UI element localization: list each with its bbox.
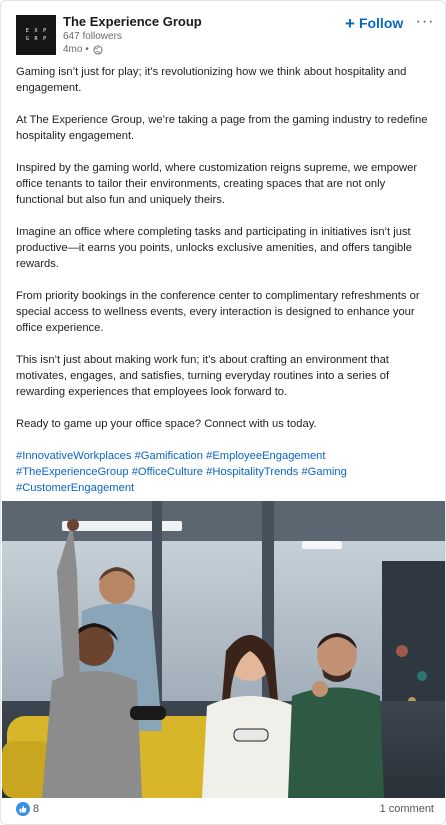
hashtag-link[interactable]: #HospitalityTrends [206,466,298,478]
globe-icon [93,44,103,55]
comment-count-link[interactable]: 1 comment [380,803,434,815]
post-header: E X P G R P The Experience Group 647 fol… [1,1,445,61]
post-body: Gaming isn’t just for play; it’s revolut… [16,64,434,496]
post-paragraph: This isn’t just about making work fun; i… [16,354,390,398]
post-paragraph: Gaming isn’t just for play; it’s revolut… [16,66,407,94]
logo-letter: E [25,28,29,34]
hashtag-link[interactable]: #OfficeCulture [132,466,203,478]
post-card: E X P G R P The Experience Group 647 fol… [0,0,446,825]
reaction-count: 8 [33,803,40,815]
follow-button[interactable]: + Follow [345,12,403,34]
author-name[interactable]: The Experience Group [63,14,202,30]
plus-icon: + [345,13,355,33]
logo-letters: E X P G R P [24,28,48,42]
post-footer: 8 1 comment [1,798,445,824]
reactions-summary[interactable]: 8 [16,802,39,816]
hashtag-link[interactable]: #CustomerEngagement [16,482,134,494]
post-paragraph: Inspired by the gaming world, where cust… [16,162,418,206]
logo-letter: P [43,35,47,42]
post-paragraph: Ready to game up your office space? Conn… [16,418,317,430]
post-image[interactable] [2,501,445,798]
hashtag-link[interactable]: #InnovativeWorkplaces [16,450,131,462]
post-paragraph: Imagine an office where completing tasks… [16,226,412,270]
hashtag-link[interactable]: #Gaming [301,466,346,478]
author-info: The Experience Group 647 followers 4mo • [63,14,202,56]
logo-letter: X [34,28,38,34]
company-logo[interactable]: E X P G R P [16,15,56,55]
logo-letter: R [34,35,38,42]
hashtag-link[interactable]: #EmployeeEngagement [206,450,325,462]
post-age: 4mo • [63,44,89,55]
post-paragraph: From priority bookings in the conference… [16,290,420,334]
like-reaction-icon [16,802,30,816]
post-meta: 4mo • [63,43,202,56]
logo-letter: G [25,35,29,42]
more-options-button[interactable]: ··· [413,10,437,34]
logo-letter: P [43,28,47,34]
hashtag-list: #InnovativeWorkplaces #Gamification #Emp… [16,448,434,496]
hashtag-link[interactable]: #Gamification [135,450,203,462]
follower-count: 647 followers [63,31,122,42]
post-paragraph: At The Experience Group, we’re taking a … [16,114,428,142]
hashtag-link[interactable]: #TheExperienceGroup [16,466,129,478]
photo-illustration [2,501,445,798]
follow-label: Follow [358,15,404,31]
